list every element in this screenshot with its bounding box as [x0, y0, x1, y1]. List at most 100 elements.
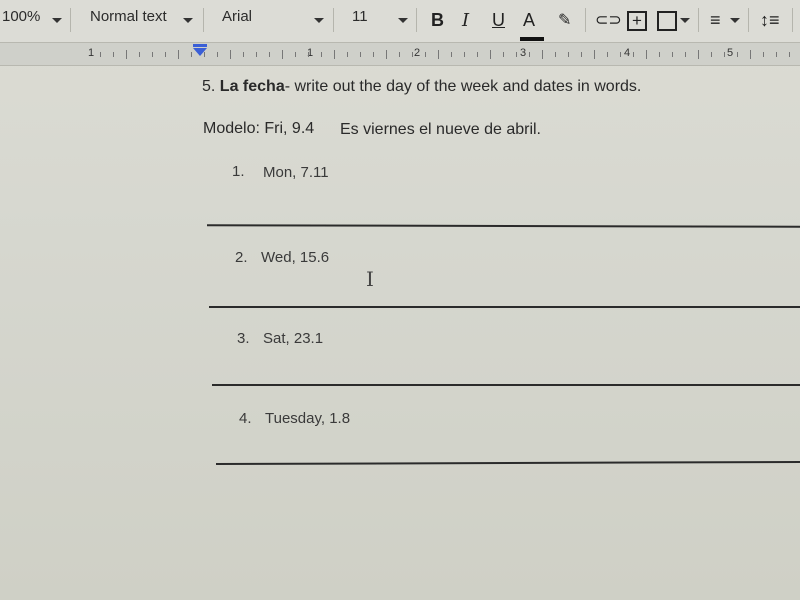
- ruler-tick: [711, 52, 712, 57]
- italic-icon[interactable]: I: [462, 10, 469, 31]
- ruler-tick: [672, 52, 673, 57]
- ruler-tick: [438, 50, 439, 59]
- text-cursor-icon: I: [366, 267, 374, 291]
- divider: [792, 8, 793, 32]
- first-line-indent-handle[interactable]: [193, 44, 207, 47]
- model-answer: Es viernes el nueve de abril.: [340, 121, 541, 138]
- ruler-tick: [295, 52, 296, 57]
- font-size-input[interactable]: 11: [352, 8, 368, 25]
- bold-icon[interactable]: B: [431, 10, 444, 31]
- ruler-tick: [620, 52, 621, 57]
- ruler-tick: [217, 52, 218, 57]
- divider: [203, 8, 204, 32]
- comment-icon[interactable]: +: [627, 11, 647, 31]
- ruler-tick: [347, 52, 348, 57]
- chevron-down-icon[interactable]: [183, 18, 193, 23]
- text-color-swatch: [520, 37, 544, 41]
- exercise-heading: 5. La fecha- write out the day of the we…: [202, 78, 641, 96]
- text-color-icon[interactable]: A: [523, 10, 535, 31]
- ruler-tick: [581, 52, 582, 57]
- image-icon[interactable]: [657, 11, 677, 31]
- ruler-tick: [685, 52, 686, 57]
- ruler-tick: [256, 52, 257, 57]
- ruler-tick: [724, 52, 725, 57]
- chevron-down-icon[interactable]: [314, 18, 324, 23]
- ruler-tick: [633, 52, 634, 57]
- ruler-tick: [282, 50, 283, 59]
- ruler-tick: [399, 52, 400, 57]
- ruler-tick: [503, 52, 504, 57]
- heading-number: 5.: [202, 78, 216, 95]
- chevron-down-icon[interactable]: [398, 18, 408, 23]
- ruler-tick: [139, 52, 140, 57]
- ruler-tick: [100, 52, 101, 57]
- item-number: 4.: [239, 410, 252, 427]
- ruler-tick: [386, 50, 387, 59]
- divider: [416, 8, 417, 32]
- ruler-tick: [113, 52, 114, 57]
- ruler-tick: [269, 52, 270, 57]
- toolbar: 100% Normal text Arial 11 B I U A ✎ ⊂⊃ +…: [0, 0, 800, 43]
- ruler-tick: [464, 52, 465, 57]
- divider: [585, 8, 586, 32]
- ruler-tick: [737, 52, 738, 57]
- zoom-select[interactable]: 100%: [2, 8, 40, 25]
- ruler-number: 5: [727, 47, 734, 59]
- model-label: Modelo: Fri, 9.4: [203, 120, 315, 137]
- align-icon[interactable]: ≡: [710, 10, 721, 31]
- answer-line[interactable]: [209, 306, 800, 308]
- heading-instructions: - write out the day of the week and date…: [284, 78, 642, 95]
- ruler-tick: [789, 52, 790, 57]
- ruler-number: 3: [520, 47, 527, 59]
- divider: [70, 8, 71, 32]
- ruler-tick: [750, 50, 751, 59]
- ruler-tick: [191, 52, 192, 57]
- style-select[interactable]: Normal text: [90, 8, 167, 25]
- ruler-tick: [321, 52, 322, 57]
- ruler-tick: [555, 52, 556, 57]
- ruler-tick: [308, 52, 309, 57]
- ruler-tick: [425, 52, 426, 57]
- ruler-tick: [568, 52, 569, 57]
- line-spacing-icon[interactable]: ↕≡: [760, 10, 780, 31]
- divider: [748, 8, 749, 32]
- ruler-tick: [230, 50, 231, 59]
- ruler-tick: [373, 52, 374, 57]
- ruler-tick: [178, 50, 179, 59]
- ruler-tick: [126, 50, 127, 59]
- answer-line[interactable]: [215, 460, 800, 465]
- ruler[interactable]: 1 1 2 3 4 5: [0, 43, 800, 66]
- ruler-number: 1: [88, 47, 95, 59]
- item-prompt: Wed, 15.6: [261, 249, 330, 266]
- ruler-tick: [243, 52, 244, 57]
- ruler-tick: [360, 52, 361, 57]
- item-number: 1.: [232, 163, 245, 180]
- ruler-tick: [490, 50, 491, 59]
- ruler-number: 4: [624, 47, 631, 59]
- highlight-icon[interactable]: ✎: [558, 10, 571, 30]
- heading-bold-title: La fecha: [219, 78, 285, 95]
- item-number: 2.: [235, 249, 248, 266]
- divider: [698, 8, 699, 32]
- ruler-number: 2: [414, 47, 421, 59]
- divider: [333, 8, 334, 32]
- font-select[interactable]: Arial: [222, 8, 252, 25]
- chevron-down-icon[interactable]: [680, 18, 690, 23]
- ruler-tick: [542, 50, 543, 59]
- link-icon[interactable]: ⊂⊃: [595, 10, 622, 30]
- ruler-tick: [451, 52, 452, 57]
- answer-line[interactable]: [212, 384, 800, 386]
- ruler-tick: [165, 52, 166, 57]
- ruler-tick: [698, 50, 699, 59]
- underline-icon[interactable]: U: [492, 10, 505, 31]
- ruler-tick: [204, 52, 205, 57]
- item-prompt: Tuesday, 1.8: [265, 410, 351, 427]
- ruler-tick: [334, 50, 335, 59]
- item-number: 3.: [237, 330, 250, 347]
- item-prompt: Mon, 7.11: [263, 164, 329, 181]
- answer-line[interactable]: [206, 224, 800, 228]
- chevron-down-icon[interactable]: [730, 18, 740, 23]
- ruler-tick: [152, 52, 153, 57]
- chevron-down-icon[interactable]: [52, 18, 62, 23]
- ruler-tick: [529, 52, 530, 57]
